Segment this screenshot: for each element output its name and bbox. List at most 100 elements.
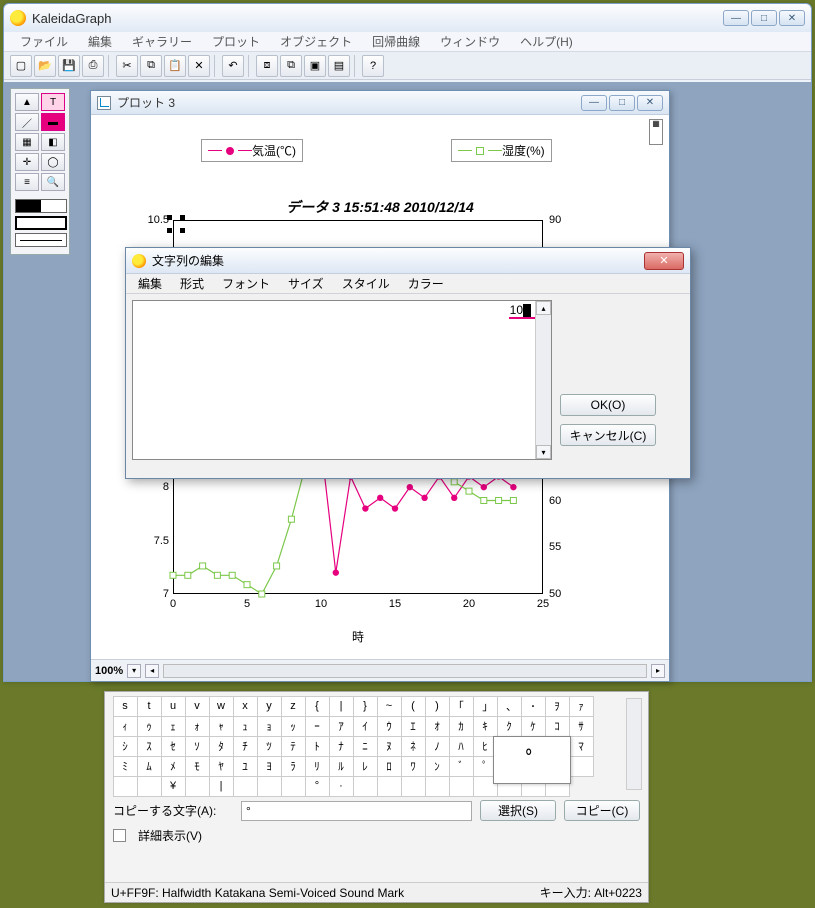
- char-cell[interactable]: [377, 776, 402, 797]
- scroll-right-icon[interactable]: ▸: [651, 664, 665, 678]
- char-cell[interactable]: ｣: [473, 696, 498, 717]
- zoom-value[interactable]: 100%: [95, 665, 123, 677]
- close-button[interactable]: ✕: [779, 10, 805, 26]
- char-cell[interactable]: ｽ: [137, 736, 162, 757]
- pointer-tool-icon[interactable]: ▲: [15, 93, 39, 111]
- minimize-button[interactable]: —: [723, 10, 749, 26]
- char-cell[interactable]: ﾃ: [281, 736, 306, 757]
- char-cell[interactable]: |: [209, 776, 234, 797]
- front-icon[interactable]: ▣: [304, 55, 326, 77]
- char-cell[interactable]: (: [401, 696, 426, 717]
- edit-vscroll[interactable]: ▴ ▾: [535, 301, 551, 459]
- char-cell[interactable]: [569, 756, 594, 777]
- dlg-menu-color[interactable]: カラー: [408, 275, 444, 292]
- plot-titlebar[interactable]: プロット 3 — □ ✕: [91, 91, 669, 115]
- dialog-titlebar[interactable]: 文字列の編集 ✕: [126, 248, 690, 274]
- delete-icon[interactable]: ✕: [188, 55, 210, 77]
- line-style-swatch[interactable]: [15, 233, 67, 247]
- char-cell[interactable]: ｰ: [305, 716, 330, 737]
- menu-gallery[interactable]: ギャラリー: [124, 31, 200, 52]
- menu-file[interactable]: ファイル: [12, 31, 76, 52]
- ok-button[interactable]: OK(O): [560, 394, 656, 416]
- char-cell[interactable]: [233, 776, 258, 797]
- char-cell[interactable]: ｹ: [521, 716, 546, 737]
- char-cell[interactable]: t: [137, 696, 162, 717]
- char-cell[interactable]: ﾜ: [401, 756, 426, 777]
- edit-text-area[interactable]: 10 ▴ ▾: [132, 300, 552, 460]
- char-cell[interactable]: ･: [521, 696, 546, 717]
- char-cell[interactable]: ﾗ: [281, 756, 306, 777]
- ungroup-icon[interactable]: ⧉: [280, 55, 302, 77]
- char-cell[interactable]: v: [185, 696, 210, 717]
- zoom-tool-icon[interactable]: 🔍: [41, 173, 65, 191]
- menu-object[interactable]: オブジェクト: [272, 31, 360, 52]
- undo-icon[interactable]: ↶: [222, 55, 244, 77]
- cancel-button[interactable]: キャンセル(C): [560, 424, 656, 446]
- char-cell[interactable]: ﾑ: [137, 756, 162, 777]
- char-cell[interactable]: ﾘ: [305, 756, 330, 777]
- char-cell[interactable]: ｮ: [257, 716, 282, 737]
- char-cell[interactable]: {: [305, 696, 330, 717]
- ruler-icon[interactable]: ▦: [649, 119, 663, 145]
- text-tool-icon[interactable]: T: [41, 93, 65, 111]
- char-cell[interactable]: ﾞ: [449, 756, 474, 777]
- char-cell[interactable]: ｾ: [161, 736, 186, 757]
- back-icon[interactable]: ▤: [328, 55, 350, 77]
- char-cell[interactable]: x: [233, 696, 258, 717]
- scroll-down-icon[interactable]: ▾: [536, 445, 551, 459]
- char-cell[interactable]: [137, 776, 162, 797]
- char-cell[interactable]: ｪ: [161, 716, 186, 737]
- char-cell[interactable]: ｱ: [329, 716, 354, 737]
- char-cell[interactable]: ﾏ: [569, 736, 594, 757]
- new-icon[interactable]: ▢: [10, 55, 32, 77]
- char-cell[interactable]: ﾀ: [209, 736, 234, 757]
- char-cell[interactable]: ｧ: [569, 696, 594, 717]
- align-tool-icon[interactable]: ≡: [15, 173, 39, 191]
- char-cell[interactable]: ﾉ: [425, 736, 450, 757]
- copy-button[interactable]: コピー(C): [564, 800, 640, 821]
- char-cell[interactable]: [449, 776, 474, 797]
- char-cell[interactable]: ﾇ: [377, 736, 402, 757]
- char-cell[interactable]: ｳ: [377, 716, 402, 737]
- help-icon[interactable]: ?: [362, 55, 384, 77]
- char-cell[interactable]: ﾕ: [233, 756, 258, 777]
- char-cell[interactable]: ｢: [449, 696, 474, 717]
- oval-tool-icon[interactable]: ◯: [41, 153, 65, 171]
- char-cell[interactable]: ﾖ: [257, 756, 282, 777]
- table-tool-icon[interactable]: ▦: [15, 133, 39, 151]
- char-cell[interactable]: ﾂ: [257, 736, 282, 757]
- char-cell[interactable]: ｿ: [185, 736, 210, 757]
- char-cell[interactable]: ﾙ: [329, 756, 354, 777]
- rect-tool-icon[interactable]: ▬: [41, 113, 65, 131]
- maximize-button[interactable]: □: [751, 10, 777, 26]
- char-cell[interactable]: z: [281, 696, 306, 717]
- char-cell[interactable]: ｸ: [497, 716, 522, 737]
- char-cell[interactable]: ): [425, 696, 450, 717]
- dialog-close-button[interactable]: ✕: [644, 252, 684, 270]
- menu-window[interactable]: ウィンドウ: [432, 31, 508, 52]
- char-cell[interactable]: ｺ: [545, 716, 570, 737]
- char-cell[interactable]: ｼ: [113, 736, 138, 757]
- dlg-menu-font[interactable]: フォント: [222, 275, 270, 292]
- plot-close-button[interactable]: ✕: [637, 95, 663, 111]
- char-cell[interactable]: [401, 776, 426, 797]
- color-swatch[interactable]: [15, 199, 67, 213]
- dlg-menu-edit[interactable]: 編集: [138, 275, 162, 292]
- char-cell[interactable]: ﾚ: [353, 756, 378, 777]
- titlebar[interactable]: KaleidaGraph — □ ✕: [4, 4, 811, 32]
- pattern-swatch[interactable]: [15, 216, 67, 230]
- menu-edit[interactable]: 編集: [80, 31, 120, 52]
- plot-maximize-button[interactable]: □: [609, 95, 635, 111]
- char-cell[interactable]: °: [305, 776, 330, 797]
- char-cell[interactable]: [257, 776, 282, 797]
- paste-icon[interactable]: 📋: [164, 55, 186, 77]
- char-cell[interactable]: ﾒ: [161, 756, 186, 777]
- menu-curve[interactable]: 回帰曲線: [364, 31, 428, 52]
- char-cell[interactable]: [353, 776, 378, 797]
- cut-icon[interactable]: ✂: [116, 55, 138, 77]
- detail-checkbox[interactable]: [113, 829, 126, 842]
- zoom-dropdown-icon[interactable]: ▾: [127, 664, 141, 678]
- open-icon[interactable]: 📂: [34, 55, 56, 77]
- copy-icon[interactable]: ⧉: [140, 55, 162, 77]
- dlg-menu-style[interactable]: スタイル: [342, 275, 390, 292]
